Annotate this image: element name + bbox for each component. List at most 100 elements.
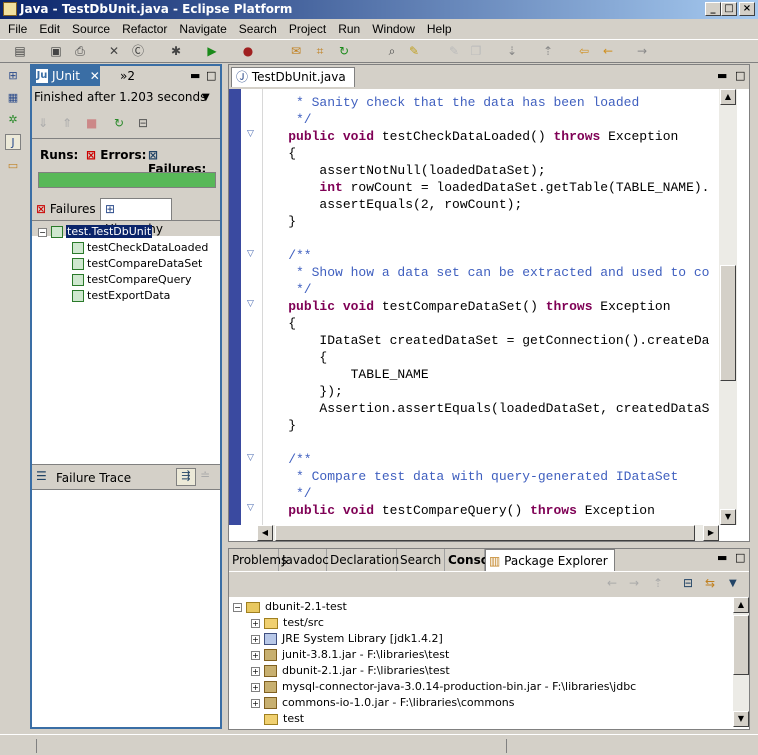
expand-icon[interactable]: + xyxy=(251,698,260,708)
explorer-item[interactable]: + test/src xyxy=(251,615,324,631)
view-menu-icon[interactable]: ▼ xyxy=(729,578,737,589)
link-editor-icon[interactable]: ⇆ xyxy=(705,576,715,590)
menu-item-run[interactable]: Run xyxy=(332,19,366,39)
menu-item-search[interactable]: Search xyxy=(233,19,283,39)
print-icon[interactable]: ⎙ xyxy=(72,43,88,59)
debug-view-icon[interactable]: ✲ xyxy=(5,112,21,128)
hierarchy-icon[interactable]: ⊞ xyxy=(5,68,21,84)
filter-stack-icon[interactable]: ⇶ xyxy=(176,468,196,486)
tab-editor[interactable]: Ⓙ TestDbUnit.java ✕ xyxy=(231,67,355,102)
maximize-icon[interactable]: □ xyxy=(206,66,216,86)
tab-package-explorer[interactable]: ▥ Package Explorer ✕ xyxy=(485,549,615,590)
explorer-item[interactable]: + dbunit-2.1.jar - F:\libraries\test xyxy=(251,663,450,679)
next-failure-icon[interactable]: ⇓ xyxy=(38,116,48,130)
minimize-button[interactable]: _ xyxy=(705,2,721,16)
scroll-lock-icon[interactable]: ⊟ xyxy=(138,116,148,130)
expand-icon[interactable]: + xyxy=(251,666,260,676)
view-overflow[interactable]: »2 xyxy=(120,66,135,86)
test-item[interactable]: testExportData xyxy=(72,288,208,304)
scroll-down-button[interactable]: ▼ xyxy=(720,509,736,525)
vertical-scrollbar[interactable]: ▲ ▼ xyxy=(719,89,737,525)
tab-declaration[interactable]: Declaration xyxy=(327,549,399,571)
fold-icon[interactable]: ▽ xyxy=(247,249,254,259)
back-icon[interactable]: ← xyxy=(607,576,617,590)
minimize-icon[interactable]: ▬ xyxy=(190,66,200,86)
minimize-icon[interactable]: ▬ xyxy=(717,69,727,82)
tab-hierarchy[interactable]: ⊞ Hierarchy xyxy=(100,198,172,236)
navigator-icon[interactable]: ▭ xyxy=(5,158,21,174)
debug-icon[interactable]: ✱ xyxy=(168,43,184,59)
scroll-right-button[interactable]: ▶ xyxy=(703,525,719,541)
tab-console[interactable]: Console xyxy=(445,549,501,571)
expand-icon[interactable]: + xyxy=(251,682,260,692)
expand-icon[interactable]: + xyxy=(251,650,260,660)
menu-item-project[interactable]: Project xyxy=(283,19,332,39)
explorer-item[interactable]: + commons-io-1.0.jar - F:\libraries\commo… xyxy=(251,695,515,711)
fold-icon[interactable]: ▽ xyxy=(247,129,254,139)
fold-icon[interactable]: ▽ xyxy=(247,503,254,513)
h-scroll-thumb[interactable] xyxy=(275,525,695,541)
forward-icon[interactable]: → xyxy=(634,43,650,59)
new-java-project-icon[interactable]: ✕ xyxy=(106,43,122,59)
last-edit-icon[interactable]: ⇦ xyxy=(576,43,592,59)
back-icon[interactable]: ← xyxy=(600,43,616,59)
external-tools-icon[interactable]: ● xyxy=(240,43,256,59)
search-icon[interactable]: ⌕ xyxy=(384,43,400,59)
explorer-item[interactable]: test xyxy=(251,711,304,727)
close-icon[interactable]: ✕ xyxy=(90,69,100,83)
menu-item-window[interactable]: Window xyxy=(366,19,421,39)
scroll-thumb[interactable] xyxy=(720,265,736,381)
minimize-icon[interactable]: ▬ xyxy=(717,551,727,564)
collapse-icon[interactable]: − xyxy=(233,602,242,612)
tab-junit[interactable]: Ju JUnit ✕ xyxy=(32,66,100,86)
menu-item-help[interactable]: Help xyxy=(421,19,458,39)
scroll-down-button[interactable]: ▼ xyxy=(733,711,749,727)
tab-failures[interactable]: ⊠ Failures xyxy=(36,202,96,216)
close-button[interactable]: × xyxy=(739,2,755,16)
open-resource-icon[interactable]: ⌗ xyxy=(312,43,328,59)
package-icon[interactable]: ▦ xyxy=(5,90,21,106)
menu-item-edit[interactable]: Edit xyxy=(33,19,66,39)
tab-search[interactable]: Search xyxy=(397,549,445,571)
stop-icon[interactable]: ■ xyxy=(86,116,97,130)
explorer-scrollbar[interactable]: ▲ ▼ xyxy=(733,597,749,727)
expand-icon[interactable]: + xyxy=(251,618,260,628)
explorer-item[interactable]: + JRE System Library [jdk1.4.2] xyxy=(251,631,443,647)
menu-item-refactor[interactable]: Refactor xyxy=(116,19,173,39)
test-item[interactable]: testCompareQuery xyxy=(72,272,208,288)
collapse-all-icon[interactable]: ⊟ xyxy=(683,576,693,590)
menu-item-file[interactable]: File xyxy=(2,19,33,39)
next-annotation-icon[interactable]: ⇣ xyxy=(504,43,520,59)
expand-icon[interactable]: + xyxy=(251,634,260,644)
compare-icon[interactable]: ≐ xyxy=(200,468,210,482)
scroll-left-button[interactable]: ◀ xyxy=(257,525,273,541)
tab-problems[interactable]: Problems xyxy=(229,549,287,571)
up-icon[interactable]: ⇡ xyxy=(653,576,663,590)
explorer-item[interactable]: + junit-3.8.1.jar - F:\libraries\test xyxy=(251,647,449,663)
horizontal-scrollbar[interactable]: ◀ ▶ xyxy=(257,525,719,541)
scroll-thumb[interactable] xyxy=(733,615,749,675)
maximize-button[interactable]: □ xyxy=(721,2,737,16)
menu-item-source[interactable]: Source xyxy=(66,19,116,39)
rerun-icon[interactable]: ↻ xyxy=(114,116,124,130)
save-icon[interactable]: ▣ xyxy=(48,43,64,59)
open-type-icon[interactable]: ✉ xyxy=(288,43,304,59)
fold-icon[interactable]: ▽ xyxy=(247,453,254,463)
code-text[interactable]: * Sanity check that the data has been lo… xyxy=(257,94,719,525)
prev-annotation-icon[interactable]: ⇡ xyxy=(540,43,556,59)
fold-icon[interactable]: ▽ xyxy=(247,299,254,309)
test-item[interactable]: testCompareDataSet xyxy=(72,256,208,272)
tree-root[interactable]: − test.TestDbUnit xyxy=(38,224,208,240)
scroll-up-button[interactable]: ▲ xyxy=(720,89,736,105)
refresh-icon[interactable]: ↻ xyxy=(336,43,352,59)
test-item[interactable]: testCheckDataLoaded xyxy=(72,240,208,256)
new-icon[interactable]: ▤ xyxy=(12,43,28,59)
run-icon[interactable]: ▶ xyxy=(204,43,220,59)
junit-view-icon[interactable]: J xyxy=(5,134,21,150)
scroll-up-button[interactable]: ▲ xyxy=(733,597,749,613)
tab-javadoc[interactable]: Javadoc xyxy=(279,549,329,571)
maximize-icon[interactable]: □ xyxy=(735,551,745,564)
maximize-icon[interactable]: □ xyxy=(735,69,745,82)
menu-item-navigate[interactable]: Navigate xyxy=(173,19,232,39)
explorer-item[interactable]: + mysql-connector-java-3.0.14-production-… xyxy=(251,679,636,695)
